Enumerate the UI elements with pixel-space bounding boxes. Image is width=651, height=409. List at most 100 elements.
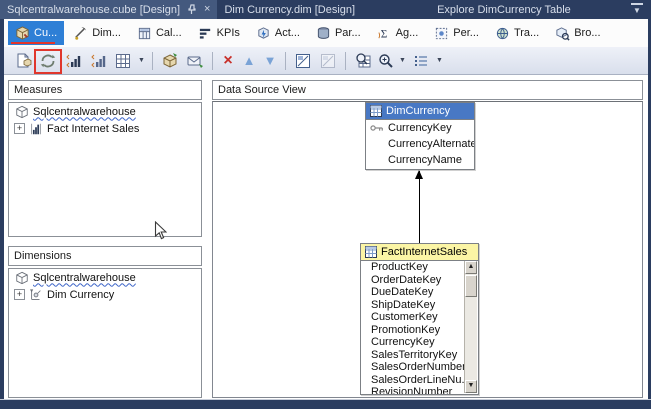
cube-outline-icon — [15, 271, 29, 285]
tree-item-cube-root[interactable]: Sqlcentralwarehouse — [9, 103, 201, 120]
layout-options-button[interactable] — [410, 50, 432, 72]
expand-plus-icon[interactable]: + — [14, 289, 25, 300]
dimcurrency-table-header[interactable]: DimCurrency — [366, 103, 474, 120]
move-up-button[interactable]: ▲ — [240, 50, 258, 72]
column-row[interactable]: CurrencyKey — [361, 336, 465, 349]
column-row[interactable]: CurrencyName — [366, 152, 474, 168]
column-row[interactable]: CurrencyKey — [366, 120, 474, 136]
dsv-panel-header: Data Source View — [212, 80, 643, 100]
column-name: CurrencyKey — [388, 122, 452, 134]
layout-caret-icon[interactable]: ▼ — [435, 57, 444, 64]
dimcurrency-columns: CurrencyKey CurrencyAlternateK... Curren… — [366, 120, 474, 169]
aggregations-icon: Σ — [377, 26, 392, 41]
doc-tab-label: Explore DimCurrency Table — [437, 4, 575, 16]
pin-icon[interactable] — [187, 4, 197, 15]
delete-button[interactable]: × — [219, 50, 237, 72]
tab-cube-structure[interactable]: Cu... — [8, 21, 64, 45]
tree-item-label: Fact Internet Sales — [47, 123, 139, 135]
relationship-arrow[interactable] — [419, 171, 420, 243]
tab-perspectives[interactable]: Per... — [427, 21, 486, 45]
edit-diagram-button[interactable] — [292, 50, 314, 72]
layout-list-icon — [413, 53, 429, 69]
tree-item-cube-root[interactable]: Sqlcentralwarehouse — [9, 269, 201, 286]
doc-tab-label: Dim Currency.dim [Design] — [224, 4, 359, 16]
column-row[interactable]: ShipDateKey — [361, 299, 465, 312]
zoom-grid-icon — [355, 52, 372, 69]
tree-item-dim-currency[interactable]: + Dim Currency — [9, 286, 201, 303]
calculations-icon — [137, 26, 152, 41]
dimension-usage-icon — [73, 26, 88, 41]
tab-dimension-usage[interactable]: Dim... — [66, 21, 128, 45]
zoom-caret-icon[interactable]: ▼ — [398, 57, 407, 64]
measures-view-caret-icon[interactable]: ▼ — [137, 57, 146, 64]
toolbar-separator — [285, 52, 286, 70]
measures-view-button[interactable] — [112, 50, 134, 72]
tab-translations[interactable]: Tra... — [488, 21, 546, 45]
expand-plus-icon[interactable]: + — [14, 123, 25, 134]
column-row[interactable]: OrderDateKey — [361, 274, 465, 287]
dsv-table-factinternetsales[interactable]: FactInternetSales ProductKey OrderDateKe… — [360, 243, 479, 395]
column-name: ShipDateKey — [371, 299, 435, 311]
doc-tab-explore-dimcurrency[interactable]: Explore DimCurrency Table — [430, 0, 582, 19]
tab-browser[interactable]: Bro... — [548, 21, 607, 45]
browser-icon — [555, 26, 570, 41]
column-name: OrderDateKey — [371, 274, 441, 286]
add-cube-dimension-icon — [161, 52, 179, 70]
measures-tree: Sqlcentralwarehouse + Fact Internet Sale… — [8, 102, 202, 237]
table-name: FactInternetSales — [381, 246, 467, 258]
mouse-cursor — [154, 221, 167, 241]
tree-item-fact-internet-sales[interactable]: + Fact Internet Sales — [9, 120, 201, 137]
column-row[interactable]: CustomerKey — [361, 311, 465, 324]
process-icon — [39, 52, 57, 70]
tab-actions[interactable]: Act... — [249, 21, 307, 45]
add-business-intelligence-button[interactable] — [184, 50, 206, 72]
column-name: CurrencyName — [388, 154, 462, 166]
main-content: Measures Sqlcentralwarehouse + Fact Inte… — [4, 75, 648, 399]
dsv-table-dimcurrency[interactable]: DimCurrency CurrencyKey CurrencyAlternat… — [365, 102, 475, 170]
close-icon[interactable]: × — [204, 4, 210, 15]
table-grid-icon — [365, 246, 377, 258]
new-measure-group-button[interactable] — [87, 50, 109, 72]
factinternetsales-columns: ProductKey OrderDateKey DueDateKey ShipD… — [361, 261, 478, 394]
column-name: CustomerKey — [371, 311, 438, 323]
tab-label: Bro... — [574, 27, 600, 39]
tab-partitions[interactable]: Par... — [309, 21, 368, 45]
doc-tab-dim-currency[interactable]: Dim Currency.dim [Design] — [217, 0, 366, 19]
column-row[interactable]: ProductKey — [361, 261, 465, 274]
toolbar-separator — [152, 52, 153, 70]
tab-list-chevron-icon[interactable]: ▼ — [631, 3, 643, 15]
column-row[interactable]: PromotionKey — [361, 324, 465, 337]
edit-diagram-alt-button[interactable] — [317, 50, 339, 72]
tab-calculations[interactable]: Cal... — [130, 21, 189, 45]
zoom-icon — [378, 53, 394, 69]
column-row[interactable]: RevisionNumber — [361, 386, 465, 394]
column-row[interactable]: SalesOrderNumber — [361, 361, 465, 374]
column-row[interactable]: CurrencyAlternateK... — [366, 136, 474, 152]
add-business-intelligence-icon — [186, 52, 204, 70]
tab-label: Cal... — [156, 27, 182, 39]
scrollbar-thumb[interactable] — [465, 275, 477, 297]
tree-item-label: Dim Currency — [47, 289, 114, 301]
scroll-up-button[interactable]: ▲ — [465, 261, 477, 274]
tab-label: Dim... — [92, 27, 121, 39]
doc-tab-cube-design[interactable]: Sqlcentralwarehouse.cube [Design] × — [0, 0, 217, 19]
column-row[interactable]: SalesOrderLineNu... — [361, 374, 465, 387]
process-button[interactable] — [37, 50, 59, 72]
column-row[interactable]: SalesTerritoryKey — [361, 349, 465, 362]
zoom-button[interactable] — [377, 50, 395, 72]
partitions-icon — [316, 26, 331, 41]
zoom-to-selection-button[interactable] — [352, 50, 374, 72]
tab-kpis[interactable]: KPIs — [191, 21, 247, 45]
tab-label: Cu... — [34, 27, 57, 39]
add-cube-dimension-button[interactable] — [159, 50, 181, 72]
new-linked-object-button[interactable] — [12, 50, 34, 72]
scroll-down-button[interactable]: ▼ — [465, 380, 477, 393]
move-down-button[interactable]: ▼ — [261, 50, 279, 72]
tab-aggregations[interactable]: Σ Ag... — [370, 21, 426, 45]
new-measure-button[interactable] — [62, 50, 84, 72]
tab-label: Tra... — [514, 27, 539, 39]
column-row[interactable]: DueDateKey — [361, 286, 465, 299]
data-source-view-diagram[interactable]: DimCurrency CurrencyKey CurrencyAlternat… — [212, 101, 643, 398]
table-vertical-scrollbar[interactable]: ▲ ▼ — [464, 261, 477, 393]
factinternetsales-table-header[interactable]: FactInternetSales — [361, 244, 478, 261]
